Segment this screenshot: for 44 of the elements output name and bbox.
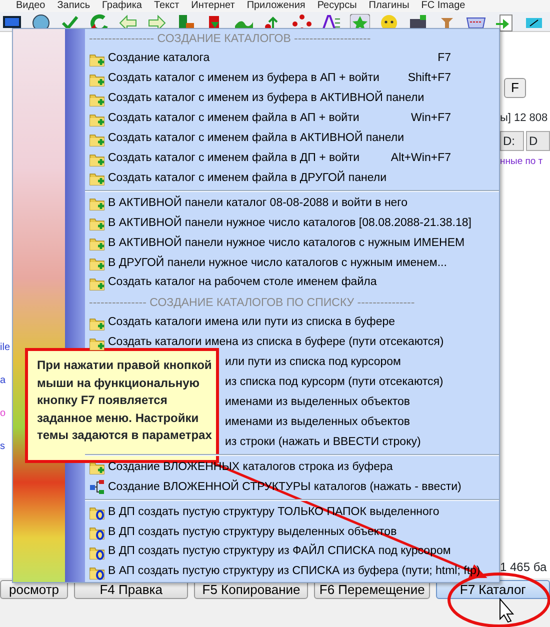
menu-bar-item[interactable]: Приложения (246, 0, 306, 12)
menu-section-header: ----------------- СОЗДАНИЕ КАТАЛОГОВ -------------------- (88, 32, 372, 47)
menu-item[interactable]: В АКТИВНОЙ панели нужное число каталогов [08.08.2088-21.38.18] (85, 213, 499, 234)
list-item-text: ile (0, 341, 12, 355)
menu-item[interactable]: именами из выделенных объектов (225, 392, 499, 413)
menu-bar-item[interactable]: Графика (102, 0, 142, 12)
menu-bar-item[interactable]: Текст (154, 0, 180, 12)
list-item-text: s (0, 440, 6, 454)
path-text: нные по т (500, 154, 544, 168)
menu-item[interactable]: Создать каталог с именем файла в ДП + войти Alt+Win+F7 (85, 148, 499, 169)
menu-item[interactable]: В ДРУГОЙ панели нужное число каталогов с нужным именем... (85, 253, 499, 274)
list-item-text: a (0, 374, 7, 388)
menu-bar-item[interactable]: Интернет (191, 0, 235, 12)
menu-item[interactable]: именами из выделенных объектов (225, 412, 499, 433)
menu-item[interactable]: В ДП создать пустую структуру ТОЛЬКО ПАПОК выделенного (85, 502, 499, 522)
status-text: 1 465 ба (500, 559, 548, 576)
menu-item[interactable]: Создать каталоги имена или пути из списка в буфере (85, 313, 499, 333)
menu-item[interactable]: Создать каталог с именем из буфера в АКТИВНОЙ панели (85, 88, 499, 109)
drive-tab[interactable]: D: (500, 130, 524, 150)
menu-item[interactable]: В АКТИВНОЙ панели каталог 08-08-2088 и войти в него (85, 193, 499, 214)
tree-icon (89, 479, 105, 496)
menu-item[interactable]: из списка под курсорм (пути отсекаются) (225, 372, 499, 393)
menu-item[interactable]: Создать каталог с именем файла в АКТИВНОЙ панели (85, 128, 499, 149)
file-arrow-icon[interactable] (495, 14, 515, 32)
menu-item[interactable]: из строки (нажать и ВВЕСТИ строку) (225, 432, 499, 452)
drive-tab[interactable]: D (526, 130, 550, 150)
menu-bar-item[interactable]: Ресурсы (317, 0, 357, 12)
mouse-cursor-icon (500, 598, 514, 623)
drive-button[interactable]: F (504, 78, 526, 98)
callout-note: При нажатии правой кнопкой мыши на функциональную кнопку F7 появляется заданное меню. Настройки темы задаются в параметрах (25, 348, 219, 463)
menu-bar-item[interactable]: Видео (16, 0, 46, 12)
menu-item[interactable]: Создание каталога F7 (85, 49, 499, 69)
panel-info-text: ы] 12 808 (500, 111, 549, 126)
menu-item[interactable]: В АКТИВНОЙ панели нужное число каталогов с нужным ИМЕНЕМ (85, 233, 499, 254)
menu-bar-item[interactable]: Плагины (368, 0, 410, 12)
menu-bar-item[interactable]: FC Image (421, 0, 466, 12)
menu-bar-item[interactable]: Запись (57, 0, 90, 12)
menu-item[interactable]: Создать каталог на рабочем столе именем файла (85, 273, 499, 294)
list-item-text: o (0, 407, 7, 421)
menu-item[interactable]: Создать каталог с именем файла в ДРУГОЙ панели (85, 168, 499, 188)
menu-item[interactable]: или пути из списка под курсором (225, 352, 499, 373)
menu-section-header: --------------- СОЗДАНИЕ КАТАЛОГОВ ПО СПИСКУ --------------- (88, 296, 416, 312)
menu-item[interactable]: Создать каталог с именем файла в АП + войти Win+F7 (85, 108, 499, 129)
menu-item[interactable]: Создать каталог с именем из буфера в АП + войти Shift+F7 (85, 68, 499, 89)
